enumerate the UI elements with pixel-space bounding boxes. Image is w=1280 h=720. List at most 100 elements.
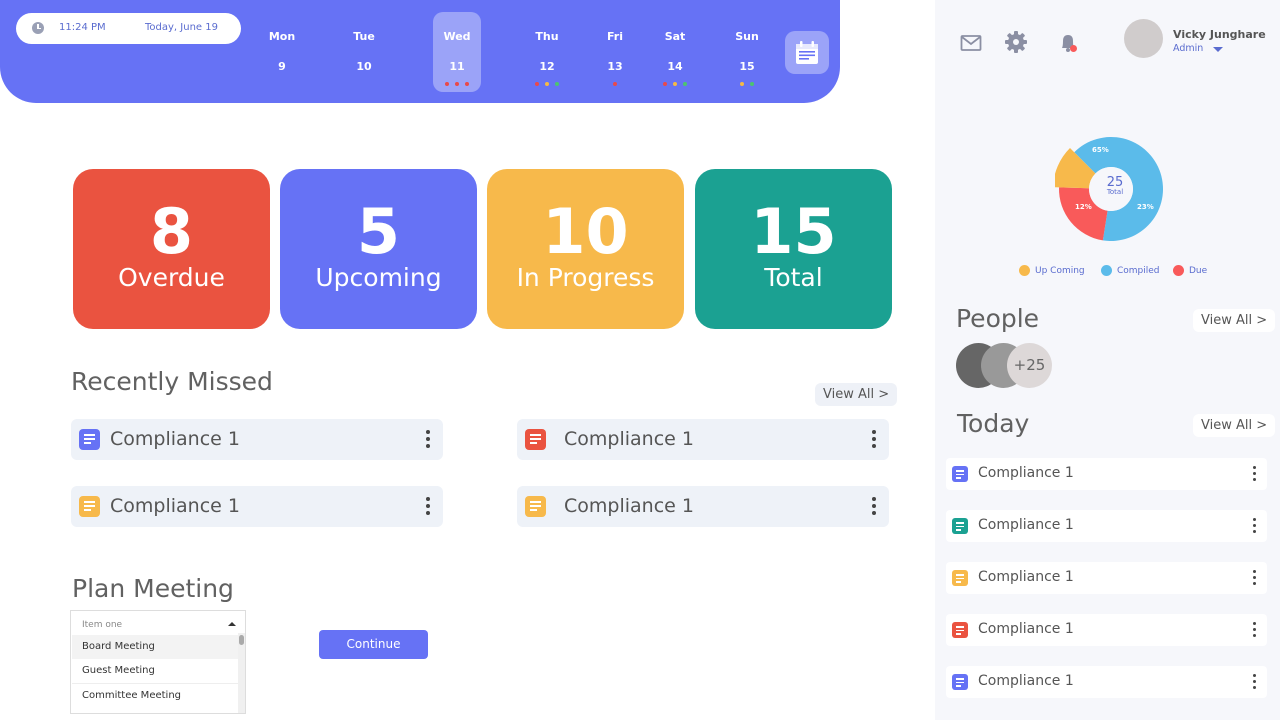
gear-icon[interactable]	[1005, 31, 1027, 53]
stat-value: 8	[149, 195, 194, 268]
item-label: Compliance 1	[564, 495, 694, 517]
segment-label-due: 23%	[1137, 203, 1154, 211]
day-name: Thu	[535, 30, 559, 43]
more-options-icon[interactable]	[1253, 622, 1257, 640]
caret-up-icon[interactable]	[228, 622, 236, 626]
meeting-type-dropdown[interactable]: Item one Board Meeting Guest Meeting Com…	[70, 610, 246, 714]
event-markers	[523, 82, 571, 86]
day-tue[interactable]: Tue 10	[340, 12, 388, 92]
current-time: 11:24 PM	[59, 22, 106, 33]
event-markers	[723, 82, 771, 86]
dashboard: 11:24 PM Today, June 19 Mon 9 Tue 10 Wed…	[0, 0, 1280, 720]
bell-icon[interactable]	[1057, 31, 1081, 55]
more-options-icon[interactable]	[872, 430, 876, 451]
stat-card-total[interactable]: 15 Total	[695, 169, 892, 329]
mail-icon[interactable]	[960, 34, 982, 52]
more-options-icon[interactable]	[426, 430, 430, 451]
dropdown-option[interactable]: Board Meeting	[72, 635, 238, 659]
day-fri[interactable]: Fri 13	[591, 12, 639, 92]
day-name: Tue	[353, 30, 375, 43]
document-icon	[952, 518, 968, 534]
day-name: Sat	[664, 30, 686, 43]
event-dot	[445, 82, 449, 86]
item-label: Compliance 1	[978, 621, 1074, 637]
item-label: Compliance 1	[110, 495, 240, 517]
stat-card-in-progress[interactable]: 10 In Progress	[487, 169, 684, 329]
event-dot	[663, 82, 667, 86]
event-dot	[535, 82, 539, 86]
more-options-icon[interactable]	[1253, 570, 1257, 588]
event-markers	[651, 82, 699, 86]
dropdown-scrollbar[interactable]	[238, 633, 245, 713]
more-options-icon[interactable]	[426, 497, 430, 518]
day-sun[interactable]: Sun 15	[723, 12, 771, 92]
stat-value: 10	[542, 195, 629, 268]
day-number: 15	[739, 60, 755, 73]
document-icon	[79, 429, 100, 450]
plan-meeting-title: Plan Meeting	[72, 574, 234, 603]
day-number: 11	[449, 60, 465, 73]
user-role[interactable]: Admin	[1173, 43, 1203, 54]
item-label: Compliance 1	[978, 517, 1074, 533]
item-label: Compliance 1	[110, 428, 240, 450]
document-icon	[79, 496, 100, 517]
dropdown-option[interactable]: Guest Meeting	[72, 659, 238, 683]
user-name[interactable]: Vicky Junghare	[1173, 28, 1266, 41]
more-options-icon[interactable]	[872, 497, 876, 518]
people-view-all[interactable]: View All >	[1193, 309, 1276, 332]
today-item[interactable]: Compliance 1	[946, 562, 1267, 594]
day-number: 14	[667, 60, 683, 73]
calendar-button[interactable]	[785, 31, 829, 74]
document-icon	[525, 496, 546, 517]
day-name: Mon	[268, 30, 296, 43]
day-wed[interactable]: Wed 11	[433, 12, 481, 92]
stat-card-overdue[interactable]: 8 Overdue	[73, 169, 270, 329]
event-dot	[740, 82, 744, 86]
missed-item[interactable]: Compliance 1	[517, 419, 889, 460]
recently-missed-title: Recently Missed	[71, 367, 273, 396]
missed-item[interactable]: Compliance 1	[71, 419, 443, 460]
document-icon	[952, 622, 968, 638]
day-thu[interactable]: Thu 12	[523, 12, 571, 92]
missed-item[interactable]: Compliance 1	[71, 486, 443, 527]
stat-label: Upcoming	[315, 263, 442, 292]
segment-label-upcoming: 12%	[1075, 203, 1092, 211]
item-label: Compliance 1	[978, 569, 1074, 585]
today-item[interactable]: Compliance 1	[946, 510, 1267, 542]
recently-missed-view-all[interactable]: View All >	[815, 383, 898, 406]
avatar[interactable]	[1124, 19, 1163, 58]
event-dot	[673, 82, 677, 86]
more-people-badge[interactable]: +25	[1007, 343, 1052, 388]
scrollbar-thumb[interactable]	[239, 635, 244, 645]
dropdown-selected[interactable]: Item one	[82, 620, 122, 630]
missed-item[interactable]: Compliance 1	[517, 486, 889, 527]
legend-upcoming: Up Coming	[1019, 265, 1085, 276]
legend-compiled: Compiled	[1101, 265, 1160, 276]
document-icon	[525, 429, 546, 450]
current-date: Today, June 19	[145, 22, 218, 33]
today-view-all[interactable]: View All >	[1193, 414, 1276, 437]
today-item[interactable]: Compliance 1	[946, 666, 1267, 698]
day-mon[interactable]: Mon 9	[258, 12, 306, 92]
segment-label-compiled: 65%	[1092, 146, 1109, 154]
today-item[interactable]: Compliance 1	[946, 614, 1267, 646]
more-options-icon[interactable]	[1253, 674, 1257, 692]
day-number: 12	[539, 60, 555, 73]
event-dot	[683, 82, 687, 86]
dropdown-option[interactable]: Committee Meeting	[72, 683, 238, 707]
legend-dot	[1173, 265, 1184, 276]
stat-card-upcoming[interactable]: 5 Upcoming	[280, 169, 477, 329]
legend-dot	[1019, 265, 1030, 276]
more-options-icon[interactable]	[1253, 466, 1257, 484]
today-item[interactable]: Compliance 1	[946, 458, 1267, 490]
day-number: 9	[278, 60, 286, 73]
chevron-down-icon[interactable]	[1213, 47, 1223, 52]
document-icon	[952, 466, 968, 482]
event-dot	[750, 82, 754, 86]
day-sat[interactable]: Sat 14	[651, 12, 699, 92]
event-dot	[455, 82, 459, 86]
legend-label: Compiled	[1117, 265, 1160, 276]
more-options-icon[interactable]	[1253, 518, 1257, 536]
item-label: Compliance 1	[978, 465, 1074, 481]
continue-button[interactable]: Continue	[319, 630, 428, 659]
